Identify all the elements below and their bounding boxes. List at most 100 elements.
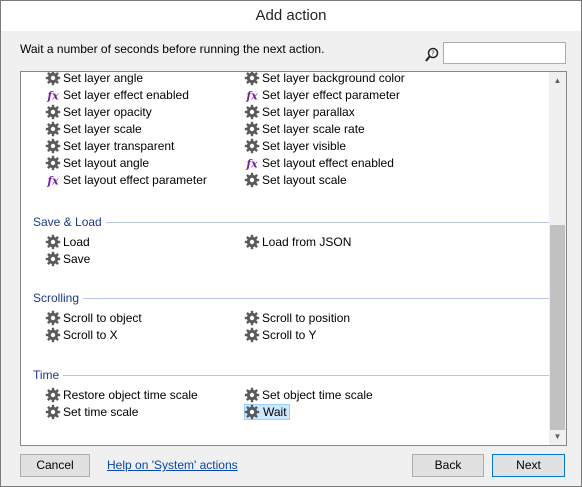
action-item[interactable]: Scroll to X bbox=[45, 327, 120, 343]
gear-icon bbox=[244, 234, 260, 250]
dialog-title: Add action bbox=[1, 1, 581, 31]
action-item[interactable]: Set layer visible bbox=[244, 138, 348, 154]
category-title: Time bbox=[33, 368, 60, 382]
svg-text:?: ? bbox=[431, 50, 435, 58]
action-item[interactable]: Load bbox=[45, 234, 92, 250]
action-item-label: Set layer angle bbox=[63, 72, 144, 85]
action-item[interactable]: Set layout scale bbox=[244, 172, 349, 188]
action-item-label: Scroll to X bbox=[63, 328, 118, 342]
category-title: Scrolling bbox=[33, 291, 80, 305]
action-item-label: Set layer scale bbox=[63, 122, 142, 136]
action-item-label: Scroll to position bbox=[262, 311, 351, 325]
action-item-label: Set layer scale rate bbox=[262, 122, 365, 136]
help-link[interactable]: Help on 'System' actions bbox=[107, 458, 238, 472]
action-item[interactable]: Set layer opacity bbox=[45, 104, 154, 120]
fx-icon: fx bbox=[46, 90, 59, 103]
svg-text:fx: fx bbox=[245, 158, 258, 171]
category-divider bbox=[63, 375, 549, 376]
action-item-label: Set layer parallax bbox=[262, 105, 355, 119]
search-input[interactable] bbox=[443, 42, 566, 64]
category-divider bbox=[83, 298, 549, 299]
action-item[interactable]: Wait bbox=[244, 404, 290, 420]
svg-text:fx: fx bbox=[46, 90, 59, 103]
action-item[interactable]: Set layout angle bbox=[45, 155, 151, 171]
action-item-label: Set layer background color bbox=[262, 72, 405, 85]
action-item-label: Scroll to Y bbox=[262, 328, 317, 342]
gear-icon bbox=[45, 251, 61, 267]
scroll-down-arrow-icon[interactable]: ▼ bbox=[549, 428, 566, 445]
action-item[interactable]: fx Set layer effect enabled bbox=[45, 87, 191, 103]
gear-icon bbox=[45, 155, 61, 171]
gear-icon bbox=[244, 310, 260, 326]
action-item-label: Set layout effect enabled bbox=[262, 156, 394, 170]
action-item[interactable]: Set layer background color bbox=[244, 72, 407, 86]
action-item-label: Wait bbox=[263, 405, 287, 419]
back-button[interactable]: Back bbox=[412, 454, 484, 477]
action-item[interactable]: Set layer angle bbox=[45, 72, 145, 86]
action-item[interactable]: fx Set layout effect enabled bbox=[244, 155, 396, 171]
action-item[interactable]: Set object time scale bbox=[244, 387, 375, 403]
action-item-label: Set layout scale bbox=[262, 173, 347, 187]
action-item-label: Set layer opacity bbox=[63, 105, 152, 119]
action-item[interactable]: Scroll to object bbox=[45, 310, 144, 326]
action-item[interactable]: Save bbox=[45, 251, 92, 267]
action-item-label: Set layout angle bbox=[63, 156, 150, 170]
action-list-panel: Set layer angle Set layer background colo… bbox=[20, 71, 567, 446]
gear-icon bbox=[45, 72, 61, 86]
category-title: Save & Load bbox=[33, 215, 102, 229]
fx-icon: fx bbox=[46, 175, 59, 188]
gear-icon bbox=[244, 404, 260, 420]
action-item-label: Load bbox=[63, 235, 90, 249]
gear-icon bbox=[244, 387, 260, 403]
gear-icon bbox=[45, 234, 61, 250]
action-item[interactable]: Set layer scale rate bbox=[244, 121, 367, 137]
scroll-thumb[interactable] bbox=[550, 225, 565, 430]
action-item[interactable]: Set time scale bbox=[45, 404, 140, 420]
gear-icon bbox=[45, 138, 61, 154]
action-item-label: Set layer visible bbox=[262, 139, 347, 153]
gear-icon bbox=[244, 138, 260, 154]
action-item-label: Set layer transparent bbox=[63, 139, 175, 153]
action-item[interactable]: Load from JSON bbox=[244, 234, 353, 250]
action-description: Wait a number of seconds before running … bbox=[20, 42, 325, 56]
cancel-button[interactable]: Cancel bbox=[20, 454, 90, 477]
action-item[interactable]: Set layer transparent bbox=[45, 138, 176, 154]
action-item-label: Set time scale bbox=[63, 405, 139, 419]
gear-icon bbox=[244, 327, 260, 343]
action-item[interactable]: fx Set layout effect parameter bbox=[45, 172, 209, 188]
fx-icon: fx bbox=[245, 158, 258, 171]
search-icon: ? bbox=[425, 47, 439, 62]
gear-icon bbox=[45, 327, 61, 343]
add-action-dialog: Add action Wait a number of seconds befo… bbox=[0, 0, 582, 487]
gear-icon bbox=[244, 172, 260, 188]
gear-icon bbox=[45, 104, 61, 120]
vertical-scrollbar[interactable]: ▲ ▼ bbox=[549, 72, 566, 445]
action-list: Set layer angle Set layer background colo… bbox=[21, 72, 549, 445]
gear-icon bbox=[45, 121, 61, 137]
action-item-label: Set layout effect parameter bbox=[63, 173, 207, 187]
gear-icon bbox=[45, 404, 61, 420]
scroll-up-arrow-icon[interactable]: ▲ bbox=[549, 72, 566, 89]
action-item[interactable]: Restore object time scale bbox=[45, 387, 200, 403]
action-item[interactable]: Scroll to position bbox=[244, 310, 352, 326]
action-item-label: Scroll to object bbox=[63, 311, 142, 325]
action-item-label: Set layer effect enabled bbox=[63, 88, 189, 102]
action-item-label: Restore object time scale bbox=[63, 388, 198, 402]
svg-text:fx: fx bbox=[46, 175, 59, 188]
action-item-label: Set object time scale bbox=[262, 388, 373, 402]
gear-icon bbox=[45, 387, 61, 403]
gear-icon bbox=[244, 121, 260, 137]
action-item-label: Set layer effect parameter bbox=[262, 88, 400, 102]
action-item[interactable]: Set layer parallax bbox=[244, 104, 357, 120]
svg-text:fx: fx bbox=[245, 90, 258, 103]
category-divider bbox=[106, 222, 549, 223]
action-item-label: Save bbox=[63, 252, 91, 266]
gear-icon bbox=[244, 72, 260, 86]
header-area: Wait a number of seconds before running … bbox=[1, 31, 581, 71]
gear-icon bbox=[45, 310, 61, 326]
action-item[interactable]: Set layer scale bbox=[45, 121, 144, 137]
action-item[interactable]: fx Set layer effect parameter bbox=[244, 87, 402, 103]
next-button[interactable]: Next bbox=[492, 454, 565, 477]
action-item-label: Load from JSON bbox=[262, 235, 352, 249]
action-item[interactable]: Scroll to Y bbox=[244, 327, 318, 343]
